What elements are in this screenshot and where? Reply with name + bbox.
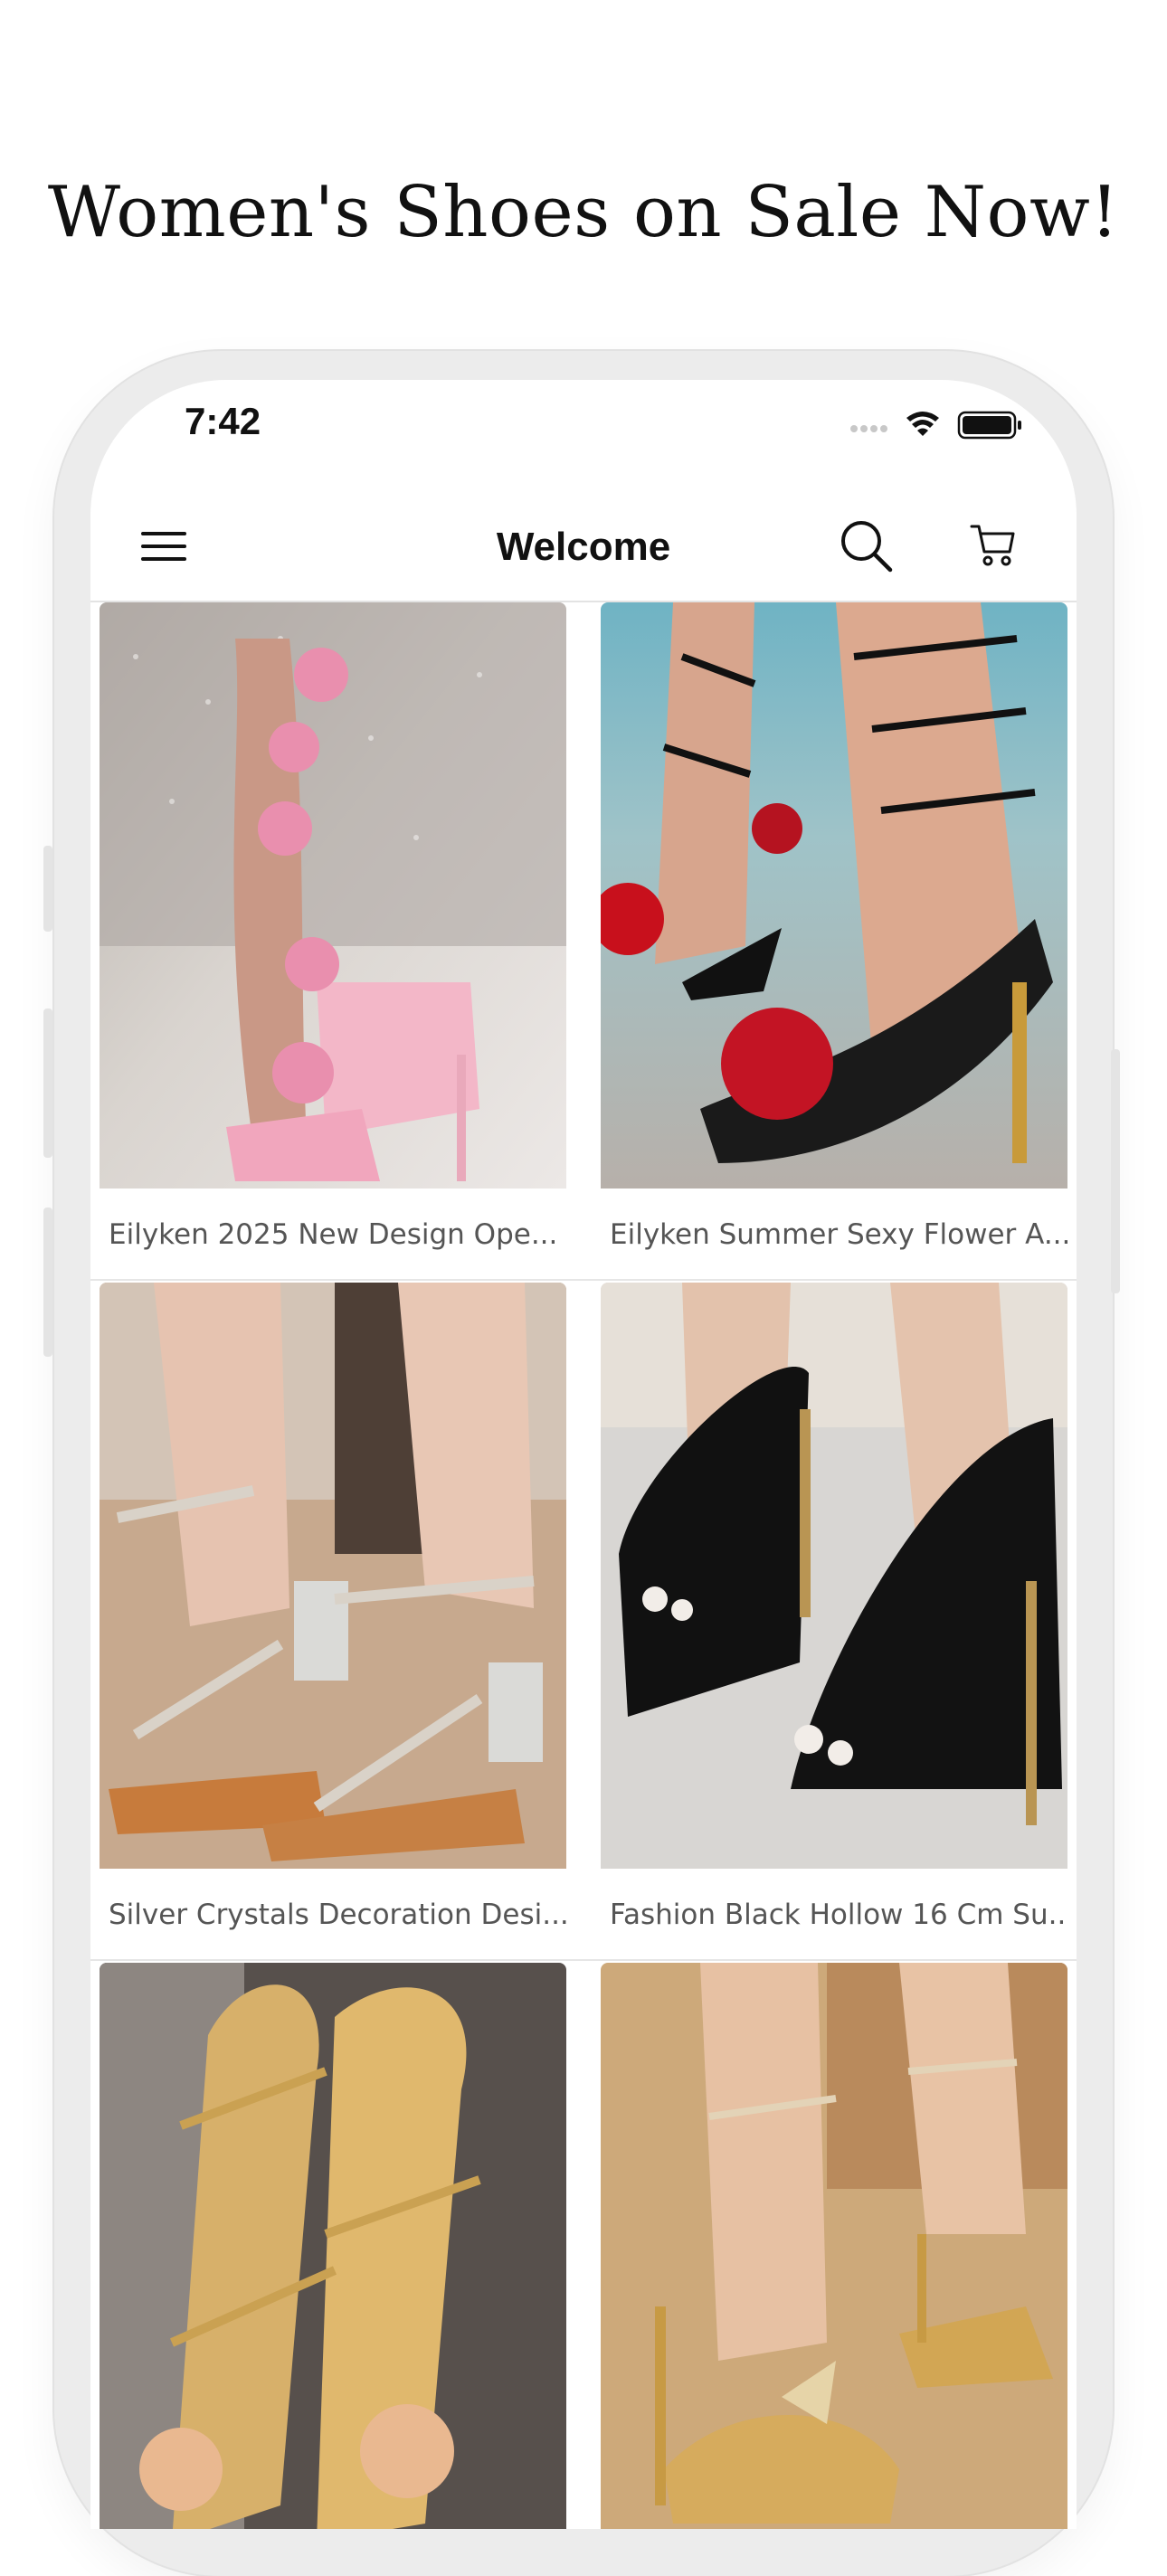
product-card[interactable]: [100, 1963, 566, 2529]
product-image[interactable]: [601, 602, 1067, 1189]
promo-headline: Women's Shoes on Sale Now!: [47, 172, 1120, 253]
status-icons: [850, 411, 1021, 440]
phone-power-button: [1111, 1049, 1120, 1293]
phone-volume-up: [43, 1009, 52, 1158]
battery-icon: [957, 411, 1021, 440]
status-time: 7:42: [185, 400, 261, 442]
row-divider: [90, 1279, 1077, 1281]
product-card[interactable]: Eilyken 2025 New Design Ope...: [100, 602, 566, 1281]
product-card[interactable]: Fashion Black Hollow 16 Cm Su...: [601, 1283, 1067, 1961]
nav-title: Welcome: [496, 525, 671, 569]
wifi-icon: [906, 412, 939, 436]
product-card[interactable]: [601, 1963, 1067, 2529]
product-image[interactable]: [601, 1963, 1067, 2529]
product-title[interactable]: Eilyken 2025 New Design Ope...: [100, 1189, 566, 1281]
product-card[interactable]: Eilyken Summer Sexy Flower A...: [601, 602, 1067, 1281]
row-divider: [90, 1959, 1077, 1961]
product-title[interactable]: Fashion Black Hollow 16 Cm Su...: [601, 1869, 1067, 1961]
cart-icon[interactable]: [970, 521, 1017, 568]
navigation-bar: Welcome: [90, 488, 1077, 602]
product-card[interactable]: Silver Crystals Decoration Desi...: [100, 1283, 566, 1961]
product-title[interactable]: Eilyken Summer Sexy Flower A...: [601, 1189, 1067, 1281]
product-image[interactable]: [601, 1283, 1067, 1869]
product-image[interactable]: [100, 1963, 566, 2529]
product-image[interactable]: [100, 1283, 566, 1869]
signal-icon: [850, 425, 887, 432]
product-title[interactable]: Silver Crystals Decoration Desi...: [100, 1869, 566, 1961]
app-screen: 7:42 Welcome Eilyken 2025 New Design Ope…: [90, 380, 1077, 2529]
phone-volume-down: [43, 1208, 52, 1357]
search-icon[interactable]: [838, 517, 894, 573]
status-bar: 7:42: [90, 380, 1077, 488]
phone-silent-switch: [43, 846, 52, 932]
product-image[interactable]: [100, 602, 566, 1189]
